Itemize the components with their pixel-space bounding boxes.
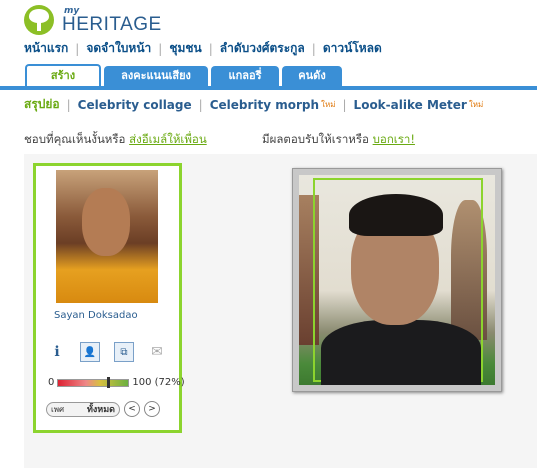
tell-us-link[interactable]: บอกเรา!: [373, 132, 415, 146]
compare-icon[interactable]: ⧉: [114, 342, 134, 362]
card-controls: เพศ ทั้งหมด < >: [46, 401, 160, 417]
new-badge: ใหม่: [321, 100, 336, 109]
nav-community[interactable]: ชุมชน: [169, 39, 201, 58]
nav-home[interactable]: หน้าแรก: [24, 39, 68, 58]
similarity-meter: 0 100 (72%): [48, 376, 185, 388]
scale-max: 100: [132, 377, 152, 388]
email-friend-link[interactable]: ส่งอีเมล์ให้เพื่อน: [129, 132, 207, 146]
info-icon[interactable]: ℹ: [48, 343, 66, 361]
gender-label: เพศ: [51, 404, 65, 414]
user-photo[interactable]: [299, 175, 495, 385]
nav-face-recognition[interactable]: จดจำใบหน้า: [86, 39, 151, 58]
tab-gallery[interactable]: แกลอรี่: [211, 66, 279, 86]
similarity-percent: (72%): [154, 377, 185, 388]
gender-value: ทั้งหมด: [86, 405, 115, 415]
tabs: สร้าง ลงคะแนนเสียง แกลอรี่ คนดัง: [25, 64, 345, 88]
prev-arrow-icon[interactable]: <: [124, 401, 140, 417]
tab-underline: [0, 86, 537, 90]
card-actions: ℹ 👤 ⧉ ✉: [48, 342, 166, 362]
tree-logo-icon: [24, 5, 54, 35]
subnav-celebrity-collage[interactable]: Celebrity collage: [78, 98, 192, 112]
share-prompt-text: ชอบที่คุณเห็นงั้นหรือ: [24, 132, 126, 146]
tab-celebrities[interactable]: คนดัง: [282, 66, 342, 86]
subnav-summary[interactable]: สรุปย่อ: [24, 95, 60, 114]
gender-filter[interactable]: เพศ ทั้งหมด: [46, 401, 120, 417]
scale-min: 0: [48, 377, 55, 388]
top-navigation: หน้าแรก | จดจำใบหน้า | ชุมชน | ลำดับวงศ์ตระ…: [24, 39, 382, 58]
subnav-look-alike-meter[interactable]: Look-alike Meter: [354, 98, 467, 112]
celebrity-photo[interactable]: [56, 170, 158, 303]
feedback-prompt-text: มีผลตอบรับให้เราหรือ: [262, 132, 369, 146]
myheritage-logo[interactable]: my HERITAGE: [24, 4, 161, 36]
similarity-track: [57, 376, 130, 388]
tab-create[interactable]: สร้าง: [25, 64, 101, 88]
next-arrow-icon[interactable]: >: [144, 401, 160, 417]
share-prompt: ชอบที่คุณเห็นงั้นหรือ ส่งอีเมล์ให้เพื่อน: [24, 131, 207, 149]
face-selection-box[interactable]: [313, 178, 483, 385]
user-photo-frame: [292, 168, 502, 392]
subnav-celebrity-morph[interactable]: Celebrity morph: [210, 98, 319, 112]
similarity-indicator: [106, 376, 110, 388]
feedback-prompt: มีผลตอบรับให้เราหรือ บอกเรา!: [262, 131, 415, 149]
logo-heritage: HERITAGE: [62, 14, 162, 35]
celebrity-match-card: Sayan Doksadao ℹ 👤 ⧉ ✉ 0 100 (72%) เพศ ท…: [33, 163, 185, 433]
nav-download[interactable]: ดาวน์โหลด: [323, 39, 382, 58]
nav-family-tree[interactable]: ลำดับวงศ์ตระกูล: [220, 39, 305, 58]
celebrity-name[interactable]: Sayan Doksadao: [36, 310, 179, 321]
email-icon[interactable]: ✉: [148, 343, 166, 361]
new-badge: ใหม่: [468, 100, 484, 109]
tab-vote[interactable]: ลงคะแนนเสียง: [104, 66, 208, 86]
sub-navigation: สรุปย่อ | Celebrity collage | Celebrity mo…: [24, 95, 483, 114]
person-card-icon[interactable]: 👤: [80, 342, 100, 362]
